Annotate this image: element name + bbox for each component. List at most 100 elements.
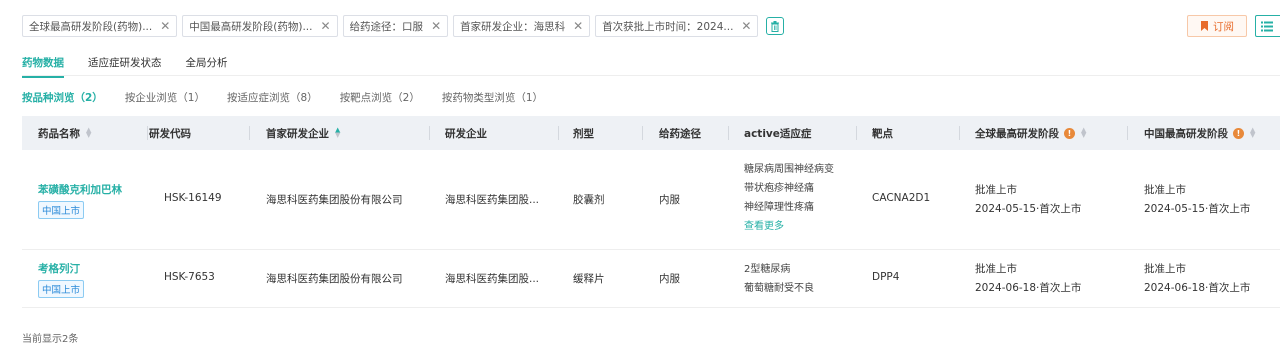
filter-chip-label: 首次获批上市时间：2024... <box>602 20 734 33</box>
subtab-by-variety[interactable]: 按品种浏览（2） <box>22 90 103 105</box>
drug-name-cell: 苯磺酸克利加巴林 中国上市 <box>38 182 122 219</box>
indication-cell: 糖尿病周围神经病变 带状疱疹神经痛 神经障理性疼痛 查看更多 <box>744 160 834 236</box>
column-header-first-company[interactable]: 首家研发企业 ▲ ▼ <box>266 116 340 150</box>
stage-label: 批准上市 <box>1144 184 1186 196</box>
tabs-divider <box>22 75 1280 76</box>
column-divider <box>147 126 148 140</box>
indication-item: 糖尿病周围神经病变 <box>744 164 834 175</box>
list-view-button[interactable] <box>1255 15 1280 37</box>
column-divider <box>429 126 430 140</box>
filter-chip-china-stage[interactable]: 中国最高研发阶段(药物)... ✕ <box>182 15 338 37</box>
clear-filters-button[interactable] <box>766 17 785 35</box>
column-header-china-stage[interactable]: 中国最高研发阶段 ! ▲ ▼ <box>1144 116 1255 150</box>
filter-chip-route[interactable]: 给药途径：口服 ✕ <box>342 15 449 37</box>
close-icon[interactable]: ✕ <box>741 19 751 33</box>
sort-icon[interactable]: ▲ ▼ <box>1081 127 1086 139</box>
stage-label: 批准上市 <box>975 263 1017 275</box>
form-cell: 缓释片 <box>573 273 605 285</box>
indication-item: 神经障理性疼痛 <box>744 202 814 213</box>
column-header-label: 药品名称 <box>38 127 80 140</box>
first-company-cell: 海思科医药集团股份有限公司 <box>266 194 403 206</box>
drug-name-link[interactable]: 考格列汀 <box>38 261 84 276</box>
china-stage-cell: 批准上市 2024-06-18·首次上市 <box>1144 260 1250 298</box>
filter-chip-label: 给药途径：口服 <box>349 20 424 33</box>
stage-label: 批准上市 <box>975 184 1017 196</box>
indication-item: 葡萄糖耐受不良 <box>744 283 814 294</box>
code-cell: HSK-16149 <box>164 192 222 204</box>
subscribe-button[interactable]: 订阅 <box>1187 15 1247 37</box>
column-divider <box>249 126 250 140</box>
global-stage-cell: 批准上市 2024-05-15·首次上市 <box>975 181 1081 219</box>
close-icon[interactable]: ✕ <box>573 19 583 33</box>
indication-item: 带状疱疹神经痛 <box>744 183 814 194</box>
filter-chip-label: 全球最高研发阶段(药物)... <box>29 20 153 33</box>
column-divider <box>856 126 857 140</box>
first-company-cell: 海思科医药集团股份有限公司 <box>266 273 403 285</box>
drug-table: 药品名称 ▲ ▼ 研发代码 首家研发企业 ▲ ▼ 研发企业 剂型 给药途径 acti… <box>22 116 1280 308</box>
browse-tabs: 按品种浏览（2） 按企业浏览（1） 按适应症浏览（8） 按靶点浏览（2） 按药物… <box>22 90 543 105</box>
column-divider <box>959 126 960 140</box>
target-cell: CACNA2D1 <box>872 192 931 204</box>
column-divider <box>558 126 559 140</box>
close-icon[interactable]: ✕ <box>160 19 170 33</box>
trash-icon <box>771 20 780 32</box>
status-badge: 中国上市 <box>38 280 85 298</box>
column-divider <box>1127 126 1128 140</box>
column-header-form: 剂型 <box>573 127 594 140</box>
form-cell: 胶囊剂 <box>573 194 605 206</box>
table-row: 苯磺酸克利加巴林 中国上市 HSK-16149 海思科医药集团股份有限公司 海思… <box>22 150 1280 250</box>
stage-date: 2024-05-15·首次上市 <box>975 203 1082 215</box>
view-more-link[interactable]: 查看更多 <box>744 217 834 236</box>
column-header-label: 全球最高研发阶段 <box>975 127 1059 140</box>
company-cell: 海思科医药集团股... <box>445 273 540 285</box>
subtab-by-drug-type[interactable]: 按药物类型浏览（1） <box>442 90 543 105</box>
column-header-label: 中国最高研发阶段 <box>1144 127 1228 140</box>
status-badge: 中国上市 <box>38 201 85 219</box>
column-header-target: 靶点 <box>872 127 893 140</box>
filter-bar: 全球最高研发阶段(药物)... ✕ 中国最高研发阶段(药物)... ✕ 给药途径… <box>22 15 785 37</box>
stage-date: 2024-06-18·首次上市 <box>1144 282 1251 294</box>
column-divider <box>642 126 643 140</box>
stage-label: 批准上市 <box>1144 263 1186 275</box>
list-icon <box>1261 21 1273 31</box>
filter-chip-global-stage[interactable]: 全球最高研发阶段(药物)... ✕ <box>22 15 178 37</box>
subtab-by-company[interactable]: 按企业浏览（1） <box>125 90 205 105</box>
filter-chip-approval-time[interactable]: 首次获批上市时间：2024... ✕ <box>595 15 759 37</box>
info-icon[interactable]: ! <box>1064 127 1075 139</box>
global-stage-cell: 批准上市 2024-06-18·首次上市 <box>975 260 1081 298</box>
info-icon[interactable]: ! <box>1233 127 1244 139</box>
indication-cell: 2型糖尿病 葡萄糖耐受不良 <box>744 260 814 298</box>
indication-item: 2型糖尿病 <box>744 264 791 275</box>
filter-chip-label: 中国最高研发阶段(药物)... <box>189 20 313 33</box>
drug-name-link[interactable]: 苯磺酸克利加巴林 <box>38 182 122 197</box>
company-cell: 海思科医药集团股... <box>445 194 540 206</box>
china-stage-cell: 批准上市 2024-05-15·首次上市 <box>1144 181 1250 219</box>
close-icon[interactable]: ✕ <box>321 19 331 33</box>
column-header-global-stage[interactable]: 全球最高研发阶段 ! ▲ ▼ <box>975 116 1086 150</box>
drug-name-cell: 考格列汀 中国上市 <box>38 261 85 298</box>
column-header-label: 首家研发企业 <box>266 127 329 140</box>
filter-chip-label: 首家研发企业：海思科 <box>460 20 566 33</box>
sort-icon[interactable]: ▲ ▼ <box>86 127 91 139</box>
stage-date: 2024-06-18·首次上市 <box>975 282 1082 294</box>
filter-chip-first-company[interactable]: 首家研发企业：海思科 ✕ <box>453 15 591 37</box>
column-header-code: 研发代码 <box>149 127 191 140</box>
column-header-name[interactable]: 药品名称 ▲ ▼ <box>38 116 91 150</box>
subtab-by-target[interactable]: 按靶点浏览（2） <box>340 90 420 105</box>
column-header-route: 给药途径 <box>659 127 701 140</box>
table-row: 考格列汀 中国上市 HSK-7653 海思科医药集团股份有限公司 海思科医药集团… <box>22 250 1280 308</box>
stage-date: 2024-05-15·首次上市 <box>1144 203 1251 215</box>
subscribe-label: 订阅 <box>1213 20 1234 33</box>
sort-icon[interactable]: ▲ ▼ <box>1250 127 1255 139</box>
target-cell: DPP4 <box>872 271 900 283</box>
close-icon[interactable]: ✕ <box>431 19 441 33</box>
code-cell: HSK-7653 <box>164 271 215 283</box>
sort-icon[interactable]: ▲ ▼ <box>335 127 340 139</box>
column-header-indication: active适应症 <box>744 127 812 140</box>
bookmark-icon <box>1201 21 1208 31</box>
subtab-by-indication[interactable]: 按适应症浏览（8） <box>227 90 318 105</box>
route-cell: 内服 <box>659 194 680 206</box>
column-header-company: 研发企业 <box>445 127 487 140</box>
route-cell: 内服 <box>659 273 680 285</box>
row-count-label: 当前显示2条 <box>22 334 79 345</box>
